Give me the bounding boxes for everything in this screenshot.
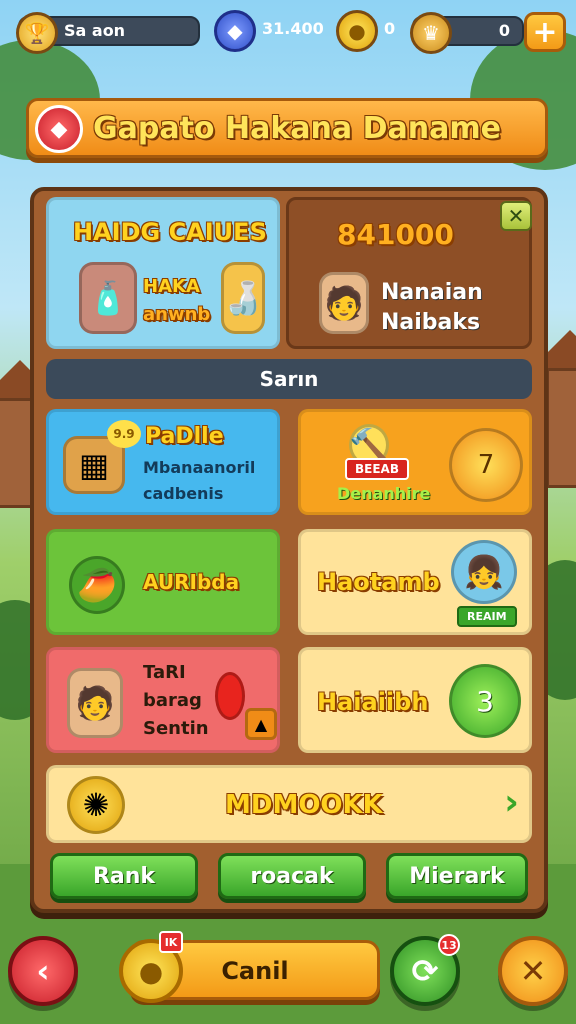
score-card: 841000 🧑 Nanaian Naibaks: [286, 197, 532, 349]
main-action-label: Canil: [221, 957, 289, 985]
section-label: Sarın: [259, 367, 319, 391]
gems-value: 31.400: [262, 19, 324, 38]
card-haotamb[interactable]: Haotamb 👧 REAIM: [298, 529, 532, 635]
card-tari[interactable]: 🧑 TaRI barag Sentin ▲: [46, 647, 280, 753]
card-auribda[interactable]: 🥭 AURIbda: [46, 529, 280, 635]
card-bonus-ribbon: BEEAB: [345, 458, 409, 480]
close-panel-button[interactable]: ✕: [500, 201, 532, 231]
card-tari-line-1: TaRI: [143, 662, 186, 683]
golden-orb-icon: ✺: [67, 776, 125, 834]
star-badge-number: 3: [476, 684, 494, 718]
coins-value: 0: [384, 19, 396, 38]
mierark-button[interactable]: Mierark: [386, 853, 528, 899]
trophy-icon: 🏆: [16, 12, 58, 54]
green-star-badge-icon: 3: [449, 664, 521, 738]
roacak-button[interactable]: roacak: [218, 853, 366, 899]
wide-card-title: MDMOOKK: [225, 790, 383, 820]
card-auribda-title: AURIbda: [143, 570, 240, 594]
canister-icon: 🧴: [79, 262, 137, 334]
card-puzzle-subtitle-1: Mbanaanoril: [143, 458, 256, 477]
chili-pepper-icon: [215, 672, 245, 720]
score-name-line-1: Nanaian: [381, 280, 483, 305]
card-haotamb-title: Haotamb: [317, 568, 440, 596]
section-bar: Sarın: [46, 359, 532, 399]
sun-badge-glyph: 7: [477, 450, 495, 480]
player-name: Sa aon: [64, 21, 126, 40]
main-action-button[interactable]: ● IK Canil: [119, 931, 380, 1003]
roacak-button-label: roacak: [250, 863, 334, 889]
refresh-button[interactable]: ⟳ 13: [390, 934, 460, 1006]
title-banner: ◆ Gapato Hakana Daname: [26, 98, 548, 158]
top-resource-bar: 🏆 Sa aon ◆ 31.400 ● 0 ♛ 0 +: [10, 10, 566, 56]
character-avatar-icon: 🧑: [319, 272, 369, 334]
header-card[interactable]: HAIDG CAIUES 🧴 HAKA anwnb 🍶: [46, 197, 280, 349]
refresh-icon: ⟳: [411, 952, 439, 990]
score-name-line-2: Naibaks: [381, 310, 481, 335]
player-name-pill[interactable]: 🏆 Sa aon: [16, 12, 200, 54]
coin-badge: IK: [159, 931, 183, 953]
card-tari-line-3: Sentin: [143, 718, 209, 739]
header-card-label-2: anwnb: [143, 304, 211, 325]
smile-chip: 9.9: [107, 420, 141, 448]
card-puzzle-title: PaDlle: [145, 424, 224, 449]
header-card-label-1: HAKA: [143, 276, 200, 297]
main-panel: HAIDG CAIUES 🧴 HAKA anwnb 🍶 841000 🧑 Nan…: [30, 187, 548, 913]
red-gem-icon: ◆: [35, 105, 83, 153]
gems-counter[interactable]: ◆ 31.400: [214, 10, 324, 52]
close-button[interactable]: ✕: [498, 936, 568, 1006]
stars-counter[interactable]: ♛ 0: [410, 12, 524, 54]
rank-button[interactable]: Rank: [50, 853, 198, 899]
card-haiaiibh[interactable]: Haiaiibh 3: [298, 647, 532, 753]
mierark-button-label: Mierark: [409, 863, 505, 889]
plus-icon: +: [532, 14, 558, 50]
sun-badge-icon: 7: [449, 428, 523, 502]
card-haotamb-ribbon: REAIM: [457, 606, 517, 627]
chevron-right-icon[interactable]: ›: [504, 782, 519, 823]
back-arrow-icon: ‹: [36, 952, 50, 990]
girl-with-torch-icon: 👧: [451, 540, 517, 604]
wide-card[interactable]: ✺ MDMOOKK ›: [46, 765, 532, 843]
close-icon: ✕: [519, 952, 547, 990]
card-puzzle-subtitle-2: cadbenis: [143, 484, 224, 503]
stars-value: 0: [498, 21, 510, 40]
card-tari-line-2: barag: [143, 690, 202, 711]
header-card-title: HAIDG CAIUES: [73, 218, 267, 246]
game-title: Gapato Hakana Daname: [93, 111, 501, 146]
close-icon: ✕: [507, 204, 525, 228]
gold-coin-icon: ●: [336, 10, 378, 52]
rank-button-label: Rank: [92, 863, 156, 889]
refresh-badge: 13: [438, 934, 460, 956]
score-value: 841000: [337, 218, 454, 251]
blue-gem-icon: ◆: [214, 10, 256, 52]
add-currency-button[interactable]: +: [524, 12, 566, 52]
potion-bottle-icon: 🍶: [221, 262, 265, 334]
card-haiaiibh-title: Haiaiibh: [317, 688, 429, 716]
card-bonus[interactable]: 🔨 BEEAB Denanhire 7: [298, 409, 532, 515]
coins-counter[interactable]: ● 0: [336, 10, 400, 52]
lion-medal-icon: ♛: [410, 12, 452, 54]
card-bonus-title: Denanhire: [337, 484, 431, 503]
green-fruit-icon: 🥭: [69, 556, 125, 614]
boy-character-icon: 🧑: [67, 668, 123, 738]
back-button[interactable]: ‹: [8, 936, 78, 1006]
card-puzzle[interactable]: ▦ 9.9 PaDlle Mbanaanoril cadbenis: [46, 409, 280, 515]
triangle-token-icon: ▲: [245, 708, 277, 740]
